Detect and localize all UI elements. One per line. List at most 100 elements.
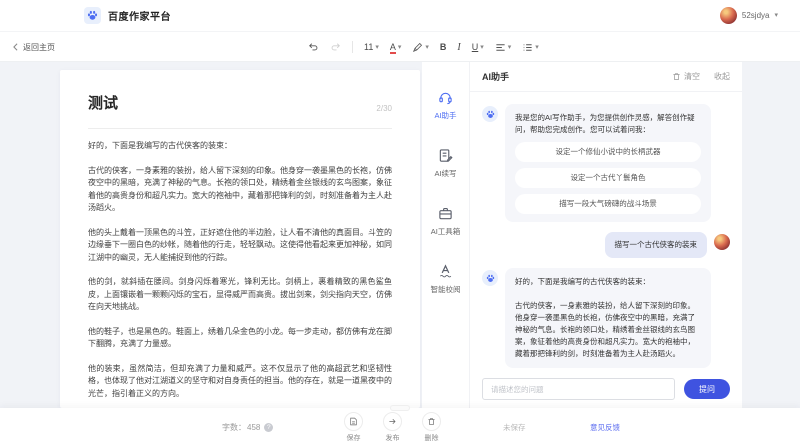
publish-label: 发布 (386, 433, 400, 443)
list-icon (522, 42, 533, 53)
app-title: 百度作家平台 (108, 8, 171, 23)
ask-bar: 提问 (470, 370, 742, 408)
ai-panel-header: AI助手 清空 收起 (470, 62, 742, 92)
delete-button[interactable]: 删除 (422, 412, 441, 443)
user-message: 描写一个古代侠客的装束 (470, 232, 742, 258)
chat-area[interactable]: 我是您的AI写作助手，为您提供创作灵感，解答创作疑问，帮助您完成创作。您可以试着… (470, 92, 742, 370)
font-size-select[interactable]: 11▾ (364, 42, 379, 52)
ai-assistant-panel: AI助手 清空 收起 我是您的AI写作助手，为您提供创作灵感，解答创作疑问，帮助… (470, 62, 742, 408)
font-color-button[interactable]: A▾ (390, 43, 402, 52)
user-avatar (720, 7, 737, 24)
chevron-down-icon: ▾ (535, 44, 539, 51)
align-button[interactable]: ▾ (495, 42, 512, 53)
italic-button[interactable]: I (457, 42, 460, 53)
help-icon[interactable]: ? (264, 423, 273, 432)
sidebar-item-label: AI续写 (434, 168, 456, 179)
brand: 百度作家平台 (84, 7, 171, 24)
undo-button[interactable] (308, 42, 319, 53)
format-tool-group: 11▾ A▾ ▾ B I U▾ ▾ ▾ (308, 32, 539, 62)
word-count-label: 字数： (222, 422, 246, 433)
ai-avatar (482, 106, 498, 122)
footer-actions: 保存 发布 删除 (344, 412, 441, 443)
save-button[interactable]: 保存 (344, 412, 363, 443)
toolbar-divider (352, 41, 353, 53)
ask-button[interactable]: 提问 (684, 379, 730, 399)
document-title[interactable]: 测试 (88, 92, 118, 113)
list-button[interactable]: ▾ (522, 42, 539, 53)
user-name: 52sjdya (742, 11, 770, 20)
underline-button[interactable]: U▾ (472, 42, 484, 52)
publish-arrow-icon (388, 417, 397, 426)
chevron-down-icon: ▾ (774, 12, 778, 19)
footer-collapse-handle[interactable] (390, 405, 410, 411)
app-header: 百度作家平台 52sjdya ▾ (0, 0, 800, 32)
sidebar-item-ai-toolbox[interactable]: AI工具箱 (431, 206, 461, 237)
headset-icon (438, 90, 453, 105)
bold-button[interactable]: B (440, 42, 447, 52)
sidebar-item-label: AI工具箱 (431, 226, 461, 237)
sidebar-item-ai-continue[interactable]: AI续写 (434, 148, 456, 179)
paw-icon (486, 110, 495, 119)
sidebar-item-ai-assistant[interactable]: AI助手 (434, 90, 456, 121)
ai-tool-sidebar: AI助手 AI续写 AI工具箱 智能校阅 (422, 62, 470, 408)
reply-paragraph: 古代的侠客，一身素雅的装扮，给人留下深刻的印象。他身穿一袭墨黑色的长袍，仿佛夜空… (515, 300, 701, 360)
document-card[interactable]: 测试 2/30 好的，下面是我编写的古代侠客的装束： 古代的侠客，一身素雅的装扮… (60, 70, 420, 408)
ai-panel-title: AI助手 (482, 70, 509, 83)
ai-message: 好的，下面是我编写的古代侠客的装束： 古代的侠客，一身素雅的装扮，给人留下深刻的… (470, 268, 742, 368)
suggestion-pill[interactable]: 设定一个修仙小说中的长柄武器 (515, 142, 701, 162)
document-body[interactable]: 好的，下面是我编写的古代侠客的装束： 古代的侠客，一身素雅的装扮，给人留下深刻的… (88, 140, 392, 400)
reply-paragraph: 好的，下面是我编写的古代侠客的装束： (515, 276, 701, 288)
word-count: 字数：458 ? (222, 408, 273, 446)
user-avatar (714, 234, 730, 250)
paragraph: 他的头上戴着一顶黑色的斗笠，正好遮住他的半边脸，让人看不清他的真面目。斗笠的边缘… (88, 227, 392, 265)
back-home-link[interactable]: 返回主页 (12, 32, 55, 62)
align-icon (495, 42, 506, 53)
redo-button[interactable] (330, 42, 341, 53)
color-bar (390, 52, 396, 54)
paragraph: 他的装束，虽然简洁，但却充满了力量和威严。这不仅显示了他的高超武艺和坚韧性格，也… (88, 363, 392, 401)
ai-message-bubble: 好的，下面是我编写的古代侠客的装束： 古代的侠客，一身素雅的装扮，给人留下深刻的… (505, 268, 711, 368)
ai-message: 我是您的AI写作助手，为您提供创作灵感，解答创作疑问，帮助您完成创作。您可以试着… (470, 104, 742, 222)
footer-bar: 字数：458 ? 保存 发布 删除 未保存 意见反馈 (0, 408, 800, 446)
highlighter-icon (412, 42, 423, 53)
feedback-link[interactable]: 意见反馈 (590, 408, 620, 446)
user-menu[interactable]: 52sjdya ▾ (720, 7, 778, 24)
collapse-panel-button[interactable]: 收起 (714, 71, 730, 82)
paragraph: 他的剑，就斜插在腰间。剑身闪烁着寒光，锋利无比。剑柄上，裹着精致的黑色鲨鱼皮，上… (88, 276, 392, 314)
user-message-bubble: 描写一个古代侠客的装束 (605, 232, 708, 258)
chevron-down-icon: ▾ (375, 44, 379, 51)
publish-button[interactable]: 发布 (383, 412, 402, 443)
back-home-label: 返回主页 (23, 42, 55, 53)
undo-icon (308, 42, 319, 53)
paw-icon (486, 274, 495, 283)
redo-icon (330, 42, 341, 53)
trash-icon (672, 72, 681, 81)
chevron-down-icon: ▾ (425, 44, 429, 51)
suggestion-pill[interactable]: 设定一个古代丫鬟角色 (515, 168, 701, 188)
save-doc-icon (349, 417, 358, 426)
clear-chat-label: 清空 (684, 71, 700, 82)
underline-label: U (472, 42, 479, 52)
ai-avatar (482, 270, 498, 286)
save-label: 保存 (347, 433, 361, 443)
sidebar-item-proofread[interactable]: 智能校阅 (431, 264, 461, 295)
suggestion-pill[interactable]: 描写一段大气磅礴的战斗场景 (515, 194, 701, 214)
word-count-value: 458 (247, 423, 260, 432)
sidebar-item-label: 智能校阅 (431, 284, 461, 295)
ai-message-bubble: 我是您的AI写作助手，为您提供创作灵感，解答创作疑问，帮助您完成创作。您可以试着… (505, 104, 711, 222)
editor-toolbar: 返回主页 11▾ A▾ ▾ B I U▾ ▾ ▾ (0, 32, 800, 62)
baidu-paw-logo-icon (84, 7, 101, 24)
chevron-down-icon: ▾ (398, 44, 402, 51)
document-pen-icon (438, 148, 453, 163)
font-color-label: A (390, 43, 396, 52)
title-char-counter: 2/30 (376, 104, 392, 113)
paragraph: 他的鞋子，也是黑色的。鞋面上，绣着几朵金色的小龙。每一步走动，都仿佛有龙在脚下翻… (88, 326, 392, 351)
trash-icon (427, 417, 436, 426)
question-input[interactable] (482, 378, 675, 400)
main-area: 测试 2/30 好的，下面是我编写的古代侠客的装束： 古代的侠客，一身素雅的装扮… (0, 62, 800, 408)
highlight-button[interactable]: ▾ (412, 42, 429, 53)
toolbox-icon (438, 206, 453, 221)
delete-label: 删除 (425, 433, 439, 443)
clear-chat-button[interactable]: 清空 (672, 71, 700, 82)
chevron-left-icon (12, 43, 19, 51)
